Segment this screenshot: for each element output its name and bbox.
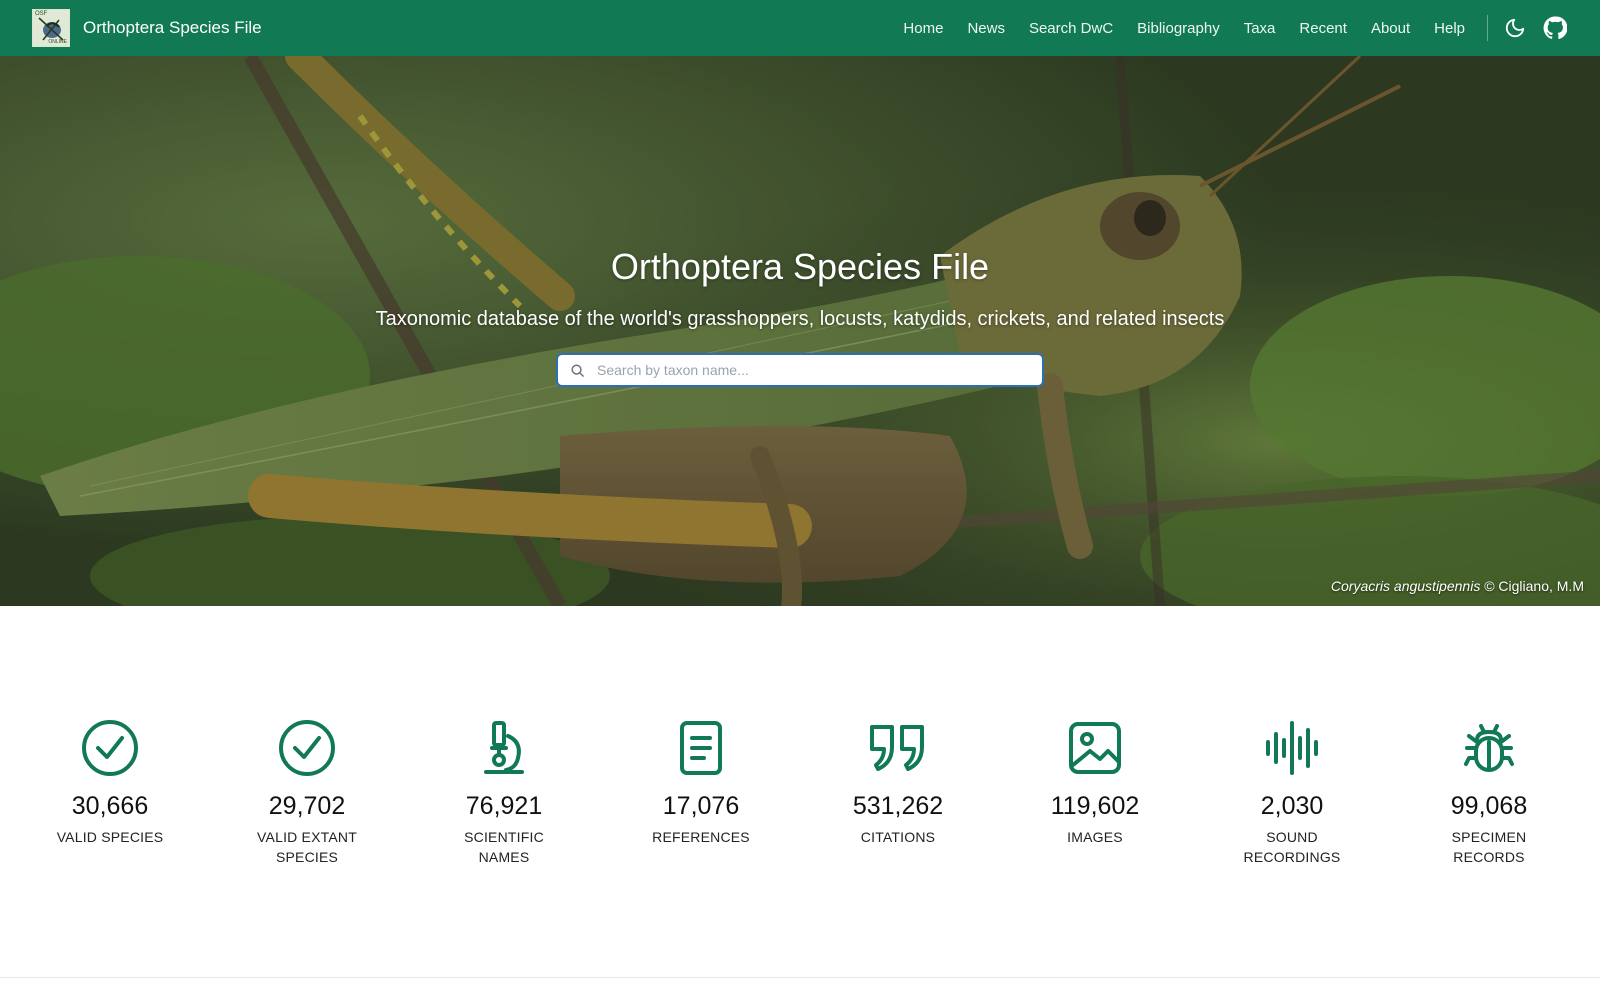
osf-logo[interactable]: OSF ONLINE [32,9,70,47]
stat-citations: 531,262 CITATIONS [813,718,983,847]
stat-value: 17,076 [662,792,740,820]
nav-link-bibliography[interactable]: Bibliography [1137,20,1220,37]
logo-text-top: OSF [35,11,48,17]
stat-value: 76,921 [465,792,543,820]
nav-links: Home News Search DwC Bibliography Taxa R… [903,15,1568,41]
nav-divider [1487,15,1488,41]
nav-link-home[interactable]: Home [903,20,943,37]
nav-link-about[interactable]: About [1371,20,1410,37]
stat-value: 2,030 [1260,792,1324,820]
stat-label: VALID EXTANT SPECIES [257,829,357,865]
hero-content: Orthoptera Species File Taxonomic databa… [0,246,1600,387]
search-icon [570,363,585,378]
github-icon[interactable] [1542,15,1568,41]
stat-value: 99,068 [1450,792,1528,820]
stat-value: 531,262 [852,792,944,820]
soundwave-icon [1262,718,1322,778]
stat-label: SCIENTIFIC NAMES [464,829,544,865]
logo-text-bottom: ONLINE [48,39,67,45]
top-navbar: OSF ONLINE Orthoptera Species File Home … [0,0,1600,56]
stat-value: 119,602 [1050,792,1140,820]
stat-scientific-names: 76,921 SCIENTIFIC NAMES [419,718,589,867]
page-divider [0,977,1600,978]
hero-subtitle: Taxonomic database of the world's grassh… [375,308,1225,330]
stat-value: 29,702 [268,792,346,820]
brand[interactable]: OSF ONLINE Orthoptera Species File [32,9,262,47]
stat-sound-recordings: 2,030 SOUND RECORDINGS [1207,718,1377,867]
brand-name[interactable]: Orthoptera Species File [83,18,262,38]
credit-species: Coryacris angustipennis [1330,578,1481,594]
search-input[interactable] [597,362,1030,378]
stat-references: 17,076 REFERENCES [616,718,786,847]
stat-valid-extant-species: 29,702 VALID EXTANT SPECIES [222,718,392,867]
hero-title: Orthoptera Species File [610,246,990,287]
stat-label: SOUND RECORDINGS [1243,829,1341,865]
stat-label: CITATIONS [860,829,936,845]
stat-specimen-records: 99,068 SPECIMEN RECORDS [1404,718,1574,867]
microscope-icon [474,718,534,778]
nav-link-search-dwc[interactable]: Search DwC [1029,20,1113,37]
stat-label: IMAGES [1067,829,1123,845]
stats-section: 30,666 VALID SPECIES 29,702 VALID EXTANT… [0,718,1600,878]
hero-banner: Orthoptera Species File Taxonomic databa… [0,56,1600,606]
stat-images: 119,602 IMAGES [1010,718,1180,847]
image-credit: Coryacris angustipennis © Cigliano, M.M [1331,578,1584,594]
nav-link-news[interactable]: News [967,20,1005,37]
nav-link-help[interactable]: Help [1434,20,1465,37]
nav-link-taxa[interactable]: Taxa [1244,20,1276,37]
stat-label: REFERENCES [652,829,750,845]
credit-author: © Cigliano, M.M [1484,578,1584,594]
bug-icon [1459,718,1519,778]
stat-valid-species: 30,666 VALID SPECIES [25,718,195,847]
moon-icon[interactable] [1502,15,1528,41]
check-circle-icon [80,718,140,778]
stat-value: 30,666 [71,792,149,820]
stat-label: SPECIMEN RECORDS [1451,829,1527,865]
quote-icon [868,718,928,778]
document-icon [671,718,731,778]
search-box[interactable] [556,353,1044,387]
nav-link-recent[interactable]: Recent [1299,20,1347,37]
stat-label: VALID SPECIES [56,829,164,845]
image-icon [1065,718,1125,778]
check-circle-icon [277,718,337,778]
